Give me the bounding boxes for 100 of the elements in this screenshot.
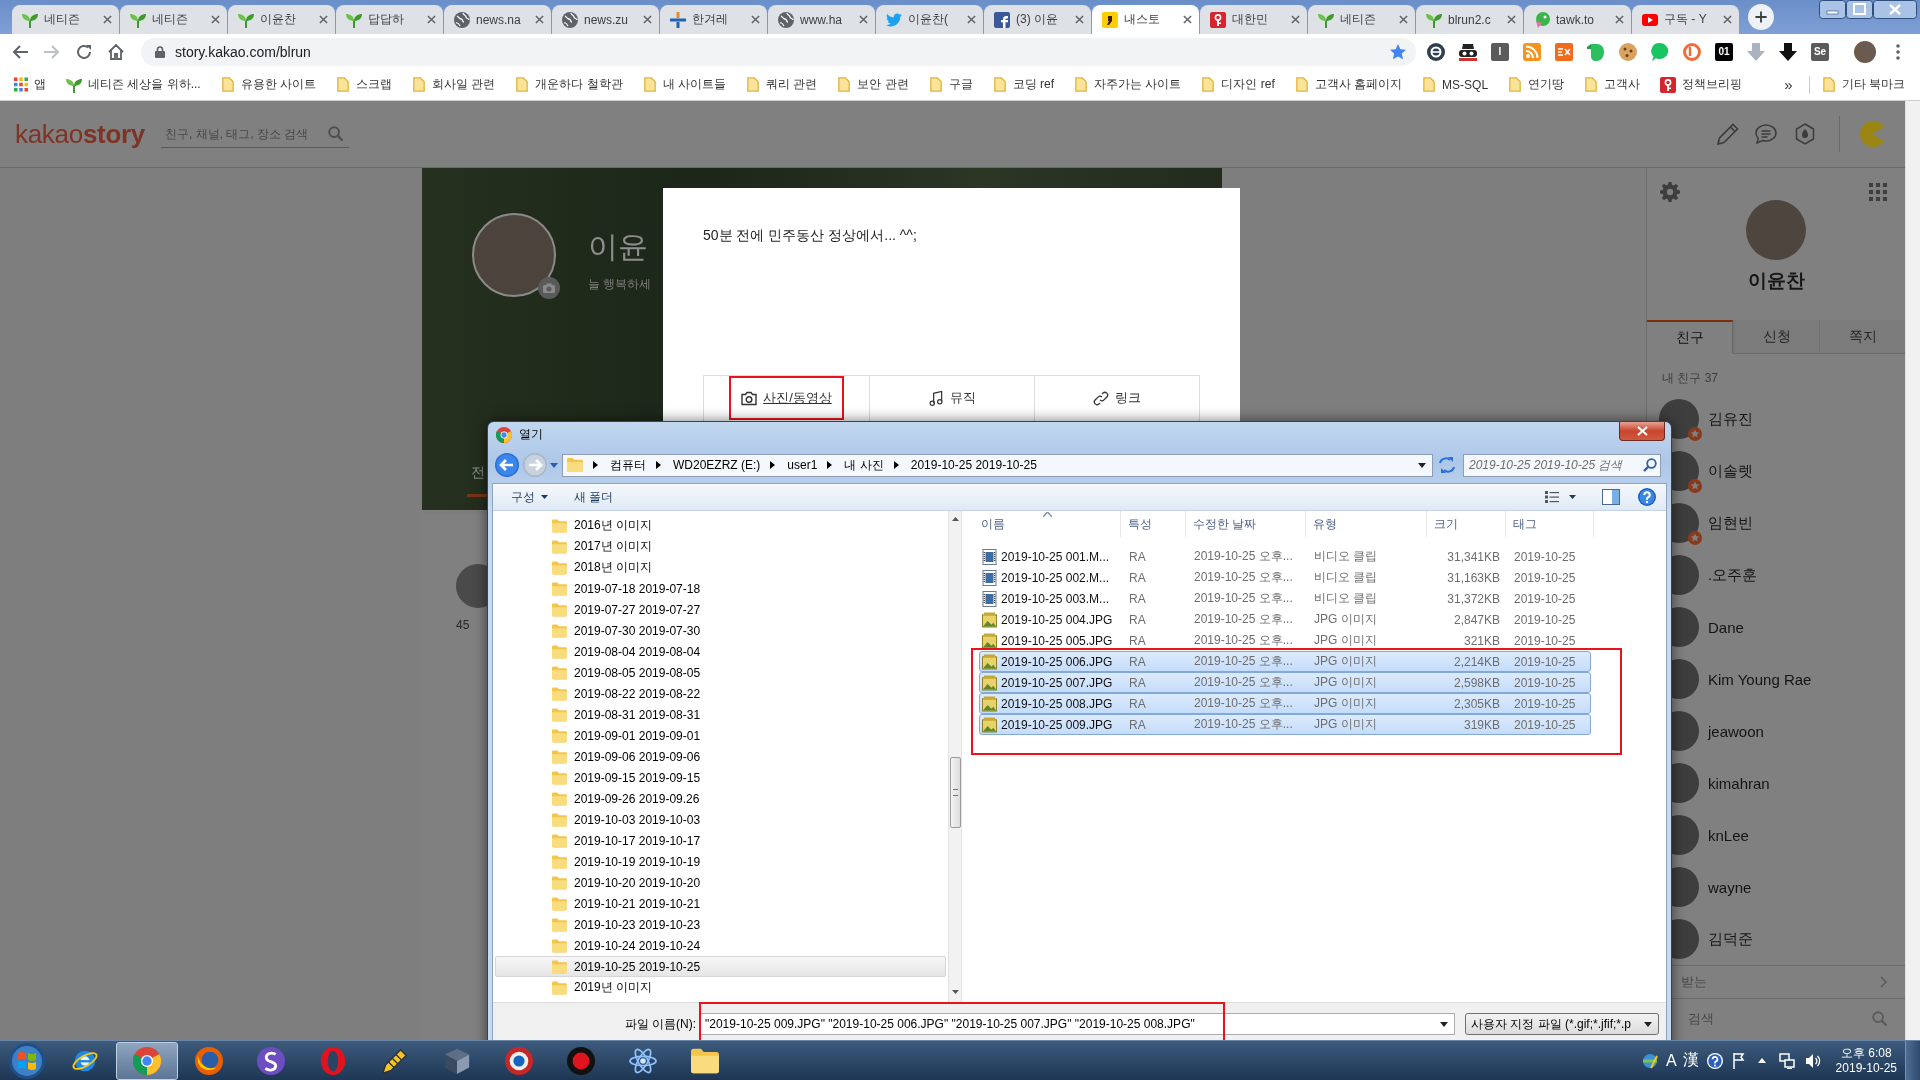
bookmark-link[interactable]: 고객사 <box>1584 76 1641 93</box>
close-icon[interactable] <box>1183 15 1192 24</box>
profile-avatar[interactable] <box>1746 200 1806 260</box>
input-mode[interactable]: A <box>1665 1051 1677 1070</box>
plus-icon[interactable] <box>1748 4 1774 30</box>
star-icon[interactable] <box>1390 43 1406 60</box>
caret-icon[interactable] <box>1418 462 1426 468</box>
preview-pane-icon[interactable] <box>1602 489 1620 505</box>
browser-tab[interactable]: 네티즌 <box>120 5 227 34</box>
bookmark-link[interactable]: 연기땅 <box>1508 76 1565 93</box>
search-field[interactable]: 2019-10-25 2019-10-25 검색 <box>1463 453 1661 477</box>
arrow-down-icon[interactable] <box>1779 42 1797 61</box>
tree-item[interactable]: 2019-08-04 2019-08-04 <box>495 641 946 662</box>
column-header[interactable]: 이름 <box>974 511 1121 537</box>
bookmark-link[interactable]: 고객사 홈페이지 <box>1294 76 1403 93</box>
close-icon[interactable] <box>1075 15 1084 24</box>
column-header[interactable]: 특성 <box>1121 511 1186 537</box>
camera-icon[interactable] <box>538 277 560 299</box>
close-icon[interactable] <box>967 15 976 24</box>
caret-icon[interactable] <box>1569 495 1576 499</box>
close-button[interactable] <box>1619 422 1665 441</box>
bookmark-link[interactable]: 앱 <box>14 76 46 93</box>
caret-icon[interactable] <box>1440 1021 1448 1027</box>
grid-icon[interactable] <box>1869 183 1887 201</box>
back-icon[interactable] <box>495 453 519 477</box>
help-icon[interactable] <box>1706 1052 1723 1069</box>
breadcrumb-item[interactable]: 2019-10-25 2019-10-25 <box>910 458 1037 472</box>
filename-field[interactable]: "2019-10-25 009.JPG" "2019-10-25 006.JPG" "2019-10-25 007.JPG" "2019-10-25 008.JPG" <box>700 1013 1455 1035</box>
column-header[interactable]: 태그 <box>1506 511 1594 537</box>
breadcrumb-item[interactable]: user1 <box>787 458 818 472</box>
browser-tab[interactable]: www.ha <box>768 5 875 34</box>
file-row[interactable]: 2019-10-25 001.M... RA 2019-10-25 오후... 비디오 클립 31,341KB 2019-10-25 <box>979 546 1591 567</box>
menu-icon[interactable] <box>1896 43 1900 60</box>
settings-icon[interactable] <box>1660 182 1680 202</box>
tree-item[interactable]: 2019-10-03 2019-10-03 <box>495 809 946 830</box>
tree-item[interactable]: 2019-07-18 2019-07-18 <box>495 578 946 599</box>
network-icon[interactable] <box>1778 1052 1795 1069</box>
post-text[interactable]: 50분 전에 민주동산 정상에서... ^^; <box>703 226 917 244</box>
toolbar-button[interactable]: 새 폴더 <box>568 488 620 506</box>
browser-tab[interactable]: 한겨레 <box>660 5 767 34</box>
tree-item[interactable]: 2019-10-23 2019-10-23 <box>495 914 946 935</box>
file-type-dropdown[interactable]: 사용자 지정 파일 (*.gif;*.jfif;*.p <box>1465 1013 1659 1035</box>
scroll-up-icon[interactable] <box>951 517 959 521</box>
sidebar-tab[interactable]: 쪽지 <box>1819 320 1905 354</box>
scrollbar-thumb[interactable] <box>949 757 961 828</box>
hexagon-icon[interactable] <box>1795 123 1815 145</box>
browser-tab[interactable]: 구독 - Y <box>1632 5 1739 34</box>
view-icon[interactable] <box>1545 491 1559 503</box>
maximize-icon[interactable] <box>1846 0 1873 19</box>
sidebar-tab[interactable]: 신청 <box>1733 320 1819 354</box>
tree-item[interactable]: 2019-09-06 2019-09-06 <box>495 746 946 767</box>
scroll-down-icon[interactable] <box>951 990 959 994</box>
disc-icon[interactable] <box>1427 42 1445 61</box>
globe-icon[interactable] <box>1641 1052 1658 1069</box>
tile-icon[interactable] <box>1555 42 1573 61</box>
chevron-icon[interactable] <box>656 461 661 469</box>
column-header[interactable]: 수정한 날짜 <box>1186 511 1306 537</box>
column-header[interactable]: 크기 <box>1427 511 1506 537</box>
speaker-icon[interactable] <box>1804 1052 1821 1069</box>
attach-button[interactable]: 사진/동영상 <box>729 376 844 420</box>
close-icon[interactable] <box>751 15 760 24</box>
bookmark-link[interactable]: 디자인 ref <box>1201 76 1275 93</box>
file-row[interactable]: 2019-10-25 006.JPG RA 2019-10-25 오후... JPG 이미지 2,214KB 2019-10-25 <box>979 651 1591 672</box>
extension-button[interactable]: Se <box>1811 42 1829 61</box>
tree-item[interactable]: 2019-10-19 2019-10-19 <box>495 851 946 872</box>
tree-item[interactable]: 2019-10-20 2019-10-20 <box>495 872 946 893</box>
attach-button[interactable]: 링크 <box>1081 376 1153 420</box>
clock-date[interactable]: 2019-10-25 <box>1835 1060 1897 1076</box>
sidebar-tab[interactable]: 친구 <box>1647 320 1733 354</box>
clock-time[interactable]: 오후 6:08 <box>1840 1045 1892 1061</box>
caret-icon[interactable] <box>1757 1058 1766 1063</box>
close-icon[interactable] <box>1723 15 1732 24</box>
bookmark-link[interactable]: 코딩 ref <box>992 76 1055 93</box>
close-icon[interactable] <box>1291 15 1300 24</box>
bookmark-link[interactable]: 자주가는 사이트 <box>1074 76 1182 93</box>
input-mode[interactable]: 漢 <box>1682 1050 1699 1071</box>
bookmark-link[interactable]: 내 사이트들 <box>642 76 727 93</box>
ring-icon[interactable] <box>1683 42 1701 61</box>
file-row[interactable]: 2019-10-25 008.JPG RA 2019-10-25 오후... JPG 이미지 2,305KB 2019-10-25 <box>979 693 1591 714</box>
close-icon[interactable] <box>1507 15 1516 24</box>
close-icon[interactable] <box>1615 15 1624 24</box>
file-row[interactable]: 2019-10-25 003.M... RA 2019-10-25 오후... 비디오 클립 31,372KB 2019-10-25 <box>979 588 1591 609</box>
browser-tab[interactable]: tawk.to <box>1524 5 1631 34</box>
bookmark-link[interactable]: 유용한 사이트 <box>220 76 316 93</box>
reload-icon[interactable] <box>76 43 92 60</box>
search-icon[interactable] <box>1643 457 1657 472</box>
breadcrumb-item[interactable]: 내 사진 <box>844 456 884 474</box>
browser-tab[interactable]: (3) 이윤 <box>984 5 1091 34</box>
extension-button[interactable]: I <box>1491 42 1509 61</box>
pencil-icon[interactable] <box>1717 123 1739 145</box>
close-icon[interactable] <box>1873 0 1917 19</box>
tree-item[interactable]: 2019-08-31 2019-08-31 <box>495 704 946 725</box>
close-icon[interactable] <box>103 15 112 24</box>
file-row[interactable]: 2019-10-25 005.JPG RA 2019-10-25 오후... JPG 이미지 321KB 2019-10-25 <box>979 630 1591 651</box>
home-icon[interactable] <box>108 43 124 60</box>
more-bookmarks-button[interactable]: » <box>1780 76 1797 93</box>
avatar-icon[interactable] <box>1854 40 1876 63</box>
tree-item[interactable]: 2019-07-27 2019-07-27 <box>495 599 946 620</box>
bookmark-link[interactable]: 회사일 관련 <box>412 76 496 93</box>
tree-item[interactable]: 2019-10-24 2019-10-24 <box>495 935 946 956</box>
